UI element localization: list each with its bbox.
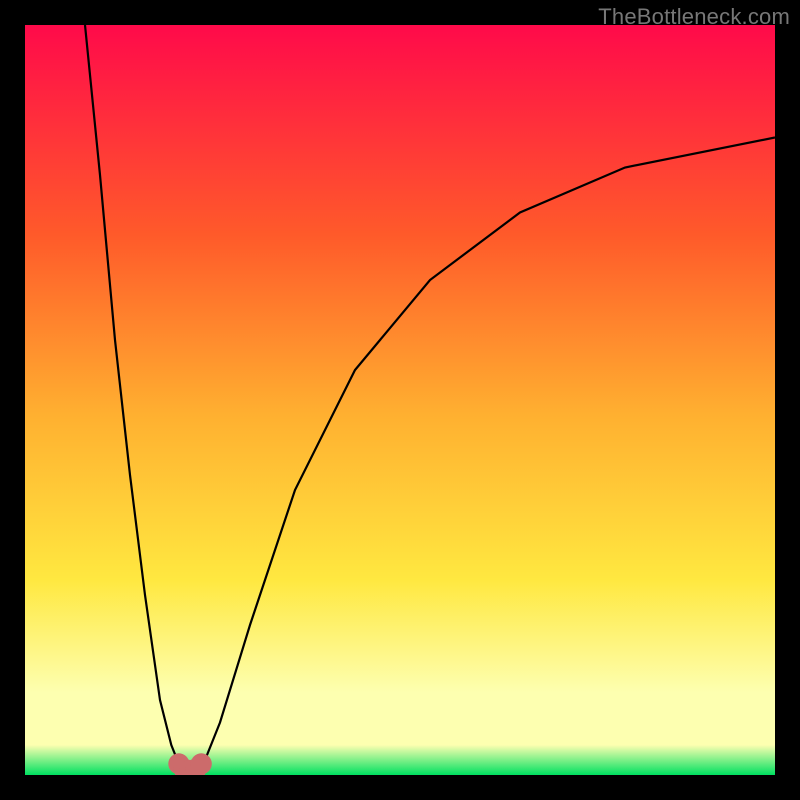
valley-marker — [191, 753, 212, 774]
watermark-text: TheBottleneck.com — [598, 4, 790, 30]
gradient-background — [25, 25, 775, 775]
chart-svg — [25, 25, 775, 775]
chart-plot-area — [25, 25, 775, 775]
outer-frame: TheBottleneck.com — [0, 0, 800, 800]
